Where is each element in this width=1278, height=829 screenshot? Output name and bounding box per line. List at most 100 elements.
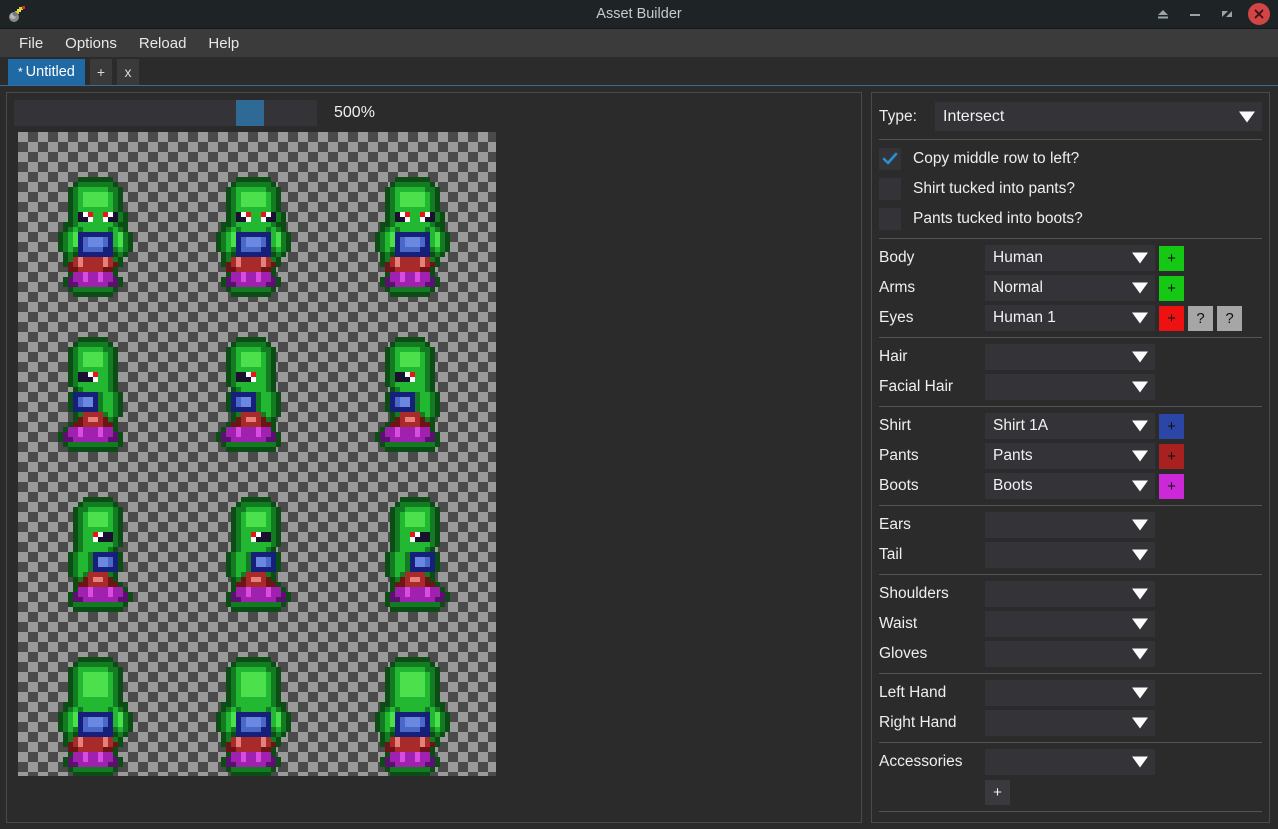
menu-item-reload[interactable]: Reload (128, 32, 198, 55)
maximize-button[interactable] (1211, 0, 1243, 29)
type-row: Type: Intersect (879, 101, 1262, 132)
field-label-facial-hair: Facial Hair (879, 378, 954, 395)
close-tab-button[interactable]: x (117, 59, 140, 85)
chevron-down-icon (1132, 717, 1148, 729)
help-button-eyes-2[interactable]: ? (1217, 305, 1242, 331)
select-left-hand[interactable] (985, 680, 1155, 706)
field-label-shirt: Shirt (879, 417, 911, 434)
field-groups: Body Human + Arms Normal + Eyes Human 1 +?? Hair F… (879, 234, 1262, 816)
select-value-eyes: Human 1 (993, 309, 1056, 326)
select-tail[interactable] (985, 542, 1155, 568)
select-waist[interactable] (985, 611, 1155, 637)
select-ears[interactable] (985, 512, 1155, 538)
add-button-eyes[interactable]: + (1159, 305, 1184, 331)
field-label-accessories: Accessories (879, 753, 963, 770)
field-label-body: Body (879, 249, 915, 266)
select-shirt[interactable]: Shirt 1A (985, 413, 1155, 439)
field-label-gloves: Gloves (879, 645, 928, 662)
sprite-back-c (375, 657, 450, 776)
field-row-shoulders: Shoulders (879, 579, 1262, 609)
zoom-slider-thumb[interactable] (236, 100, 264, 126)
field-label-shoulders: Shoulders (879, 585, 949, 602)
field-row-waist: Waist (879, 609, 1262, 639)
type-value: Intersect (943, 107, 1005, 125)
zoom-slider[interactable] (14, 100, 317, 126)
select-accessories[interactable] (985, 749, 1155, 775)
type-select[interactable]: Intersect (935, 102, 1262, 131)
zoom-toolbar: 500% (14, 100, 854, 126)
chevron-down-icon (1132, 618, 1148, 630)
add-button-shirt[interactable]: + (1159, 413, 1184, 439)
select-pants[interactable]: Pants (985, 443, 1155, 469)
field-label-pants: Pants (879, 447, 919, 464)
select-gloves[interactable] (985, 641, 1155, 667)
select-right-hand[interactable] (985, 710, 1155, 736)
sprite-side-right-c (375, 497, 450, 617)
checkbox-unchecked-icon[interactable] (879, 178, 901, 200)
add-button-arms[interactable]: + (1159, 275, 1184, 301)
field-label-boots: Boots (879, 477, 919, 494)
main-area: 500% Type: Intersect Copy middle row to … (0, 86, 1278, 829)
checkbox-list: Copy middle row to left? Shirt tucked int… (879, 144, 1262, 234)
menu-item-options[interactable]: Options (54, 32, 128, 55)
select-body[interactable]: Human (985, 245, 1155, 271)
select-boots[interactable]: Boots (985, 473, 1155, 499)
minimize-button[interactable] (1179, 0, 1211, 29)
sprite-canvas[interactable] (18, 132, 496, 776)
menu-bar: File Options Reload Help (0, 29, 1278, 57)
select-hair[interactable] (985, 344, 1155, 370)
tab-bar: * Untitled + x (0, 57, 1278, 86)
field-row-facial-hair: Facial Hair (879, 372, 1262, 402)
add-button-pants[interactable]: + (1159, 443, 1184, 469)
checkbox-label: Pants tucked into boots? (913, 210, 1083, 227)
select-value-body: Human (993, 249, 1043, 266)
select-arms[interactable]: Normal (985, 275, 1155, 301)
new-tab-button[interactable]: + (89, 59, 113, 85)
checkbox-unchecked-icon[interactable] (879, 208, 901, 230)
sprite-back-a (58, 657, 133, 776)
sprite-back-b (216, 657, 291, 776)
add-button-boots[interactable]: + (1159, 473, 1184, 499)
field-row-boots: Boots Boots + (879, 471, 1262, 501)
close-button[interactable] (1248, 3, 1270, 25)
tab-untitled[interactable]: * Untitled (8, 59, 85, 85)
chevron-down-icon (1132, 588, 1148, 600)
field-row-shirt: Shirt Shirt 1A + (879, 411, 1262, 441)
field-label-right-hand: Right Hand (879, 714, 957, 731)
field-label-eyes: Eyes (879, 309, 914, 326)
sprite-side-left-c (375, 337, 450, 457)
canvas-wrapper (14, 132, 854, 815)
add-button-body[interactable]: + (1159, 245, 1184, 271)
divider (879, 673, 1262, 674)
field-row-left-hand: Left Hand (879, 678, 1262, 708)
chevron-down-icon (1132, 549, 1148, 561)
chevron-down-icon (1132, 480, 1148, 492)
field-row-body: Body Human + (879, 243, 1262, 273)
menu-item-file[interactable]: File (8, 32, 54, 55)
add-accessory-row: + (879, 777, 1262, 807)
divider (879, 139, 1262, 140)
checkbox-row-1[interactable]: Shirt tucked into pants? (879, 174, 1262, 204)
select-facial-hair[interactable] (985, 374, 1155, 400)
divider (879, 406, 1262, 407)
field-label-hair: Hair (879, 348, 908, 365)
eject-button[interactable] (1147, 0, 1179, 29)
divider (879, 238, 1262, 239)
field-row-tail: Tail (879, 540, 1262, 570)
menu-item-help[interactable]: Help (197, 32, 250, 55)
checkbox-row-2[interactable]: Pants tucked into boots? (879, 204, 1262, 234)
checkbox-checked-icon[interactable] (879, 148, 901, 170)
select-value-arms: Normal (993, 279, 1043, 296)
select-shoulders[interactable] (985, 581, 1155, 607)
add-accessory-button[interactable]: + (985, 779, 1010, 805)
sprite-front-c (375, 177, 450, 297)
checkbox-label: Copy middle row to left? (913, 150, 1080, 167)
sprite-front-a (58, 177, 133, 297)
sprite-front-b (216, 177, 291, 297)
select-value-boots: Boots (993, 477, 1033, 494)
checkbox-row-0[interactable]: Copy middle row to left? (879, 144, 1262, 174)
select-eyes[interactable]: Human 1 (985, 305, 1155, 331)
field-row-hair: Hair (879, 342, 1262, 372)
field-label-tail: Tail (879, 546, 903, 563)
help-button-eyes-1[interactable]: ? (1188, 305, 1213, 331)
